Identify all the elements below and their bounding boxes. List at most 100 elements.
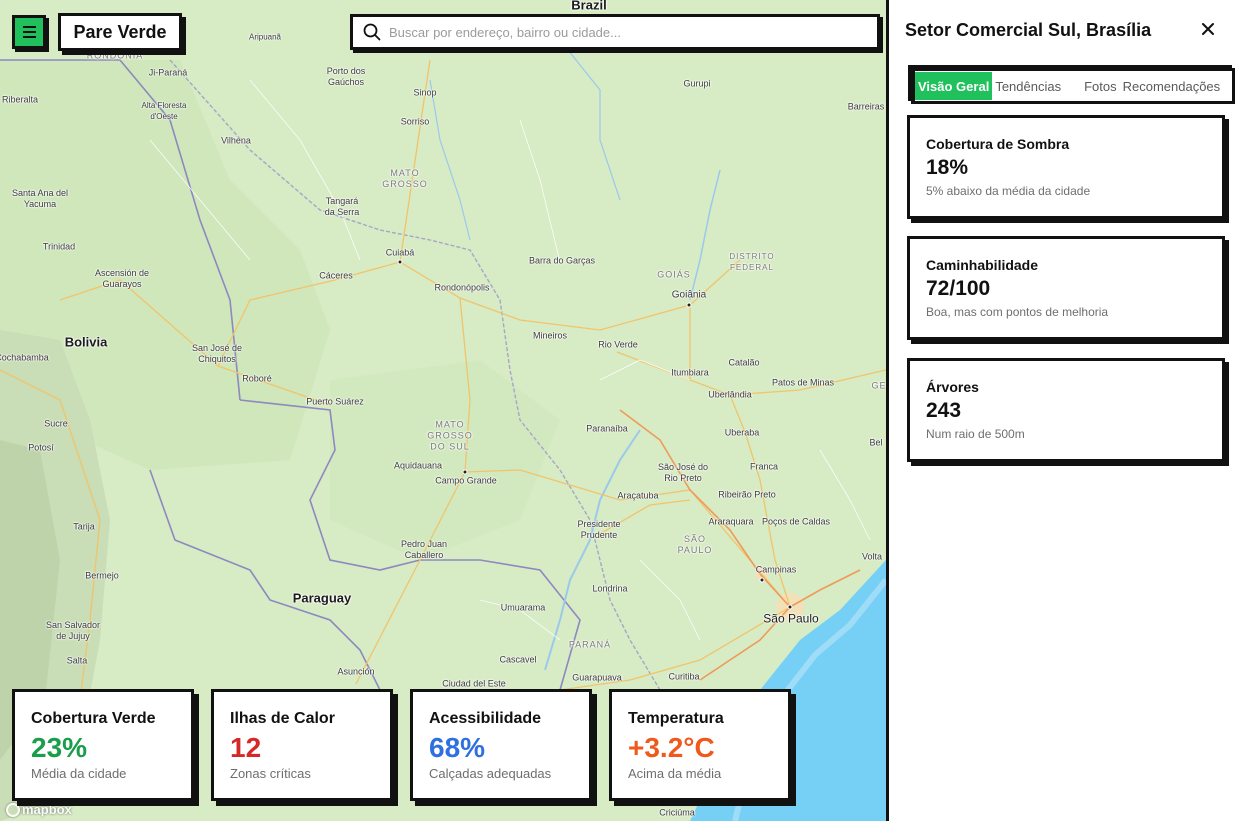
tab-overview[interactable]: Visão Geral (915, 72, 993, 100)
map-label-rondonia: RONDÔNIA (86, 50, 144, 61)
map-label-sao-paulo-state: SÃO PAULO (677, 534, 713, 555)
info-card-subtitle: Boa, mas com pontos de melhoria (926, 305, 1109, 319)
map-label-goias: GOIÁS (657, 269, 691, 280)
map-label-sorriso: Sorriso (400, 116, 430, 127)
map-label-ribeirao-preto: Ribeirão Preto (718, 489, 776, 500)
stat-card-green-coverage[interactable]: Cobertura Verde 23% Média da cidade (12, 689, 194, 801)
stat-value: +3.2°C (628, 732, 715, 763)
map-label-presidente-prudente: Presidente Prudente (577, 519, 621, 540)
search-input[interactable] (389, 24, 877, 40)
map-label-san-jose: San José de Chiquitos (191, 343, 243, 364)
map-label-sao-jose-rio-preto: São José do Rio Preto (657, 462, 709, 483)
brand-logo[interactable]: Pare Verde (58, 13, 182, 51)
stat-subtitle: Média da cidade (31, 766, 127, 781)
map-label-pedro-juan: Pedro Juan Caballero (400, 539, 448, 560)
stat-card-temperature[interactable]: Temperatura +3.2°C Acima da média (609, 689, 791, 801)
map-label-patos-de-minas: Patos de Minas (771, 377, 835, 388)
stat-card-accessibility[interactable]: Acessibilidade 68% Calçadas adequadas (410, 689, 592, 801)
stat-title: Cobertura Verde (31, 710, 156, 727)
map-label-robore: Roboré (242, 373, 272, 384)
map-label-catalao: Catalão (728, 357, 760, 368)
menu-button[interactable] (12, 15, 46, 49)
map-label-curitiba: Curitiba (668, 671, 700, 682)
stat-title: Ilhas de Calor (230, 710, 335, 727)
location-panel: Setor Comercial Sul, Brasília Visão Gera… (886, 0, 1235, 821)
map-label-gurupi: Gurupi (683, 78, 711, 89)
map-label-sao-paulo: São Paulo (763, 611, 819, 626)
map-label-sinop: Sinop (413, 87, 437, 98)
tab-trends[interactable]: Tendências (992, 72, 1064, 100)
map-label-brazil: Brazil (571, 0, 607, 13)
map-label-aracatuba: Araçatuba (617, 490, 659, 501)
map-label-porto-dos-gauchos: Porto dos Gaúchos (326, 66, 366, 87)
map-dot (686, 302, 692, 308)
map-label-araraquara: Araraquara (708, 516, 754, 527)
mapbox-attribution[interactable]: mapbox (6, 802, 72, 817)
map-label-san-salvador: San Salvador de Jujuy (45, 620, 101, 641)
search-icon (363, 23, 381, 41)
map-label-goiania: Goiânia (671, 289, 707, 301)
map-label-paraguay: Paraguay (292, 590, 352, 606)
map-label-itumbiara: Itumbiara (671, 367, 709, 378)
info-card-title: Cobertura de Sombra (926, 136, 1070, 152)
map-label-paranaiba: Paranaíba (586, 423, 628, 434)
hamburger-icon (22, 36, 36, 38)
map-label-salta: Salta (66, 655, 88, 666)
panel-tabs: Visão Geral Tendências Fotos Recomendaçõ… (908, 65, 1232, 101)
map-label-criciuma: Criciúma (659, 807, 695, 818)
panel-title: Setor Comercial Sul, Brasília (905, 20, 1152, 40)
mapbox-logo-icon (6, 802, 20, 817)
map-label-parana: PARANÁ (568, 639, 612, 650)
map-label-santa-ana: Santa Ana del Yacuma (11, 188, 69, 209)
hamburger-icon (22, 26, 36, 28)
stat-subtitle: Zonas críticas (230, 766, 311, 781)
info-card-value: 18% (926, 156, 969, 179)
map-label-campinas: Campinas (755, 564, 797, 575)
stat-value: 12 (230, 732, 262, 763)
map-label-rondonopolis: Rondonópolis (434, 282, 490, 293)
map-label-barreiras: Barreiras (847, 101, 885, 112)
map-label-alta-floresta: Alta Floresta d'Oeste (141, 101, 187, 121)
map-label-cuiaba: Cuiabá (385, 247, 415, 258)
mapbox-label: mapbox (22, 802, 72, 817)
map-label-ge: GE (871, 380, 886, 391)
info-card-value: 243 (926, 399, 962, 422)
map-label-mineiros: Mineiros (532, 330, 568, 341)
map-label-mato-grosso: MATO GROSSO (382, 168, 428, 189)
map-label-campo-grande: Campo Grande (435, 475, 497, 486)
map-label-ascension: Ascensión de Guarayos (94, 268, 150, 289)
hamburger-icon (22, 31, 36, 33)
info-card-subtitle: 5% abaixo da média da cidade (926, 184, 1091, 198)
stat-subtitle: Acima da média (628, 766, 722, 781)
close-icon[interactable] (1197, 18, 1219, 40)
map-label-ji-parana: Ji-Paraná (148, 67, 188, 78)
map-label-sucre: Sucre (44, 418, 68, 429)
stat-title: Temperatura (628, 710, 724, 727)
map-label-cascavel: Cascavel (499, 654, 537, 665)
search-bar[interactable] (350, 14, 880, 50)
stat-card-heat-islands[interactable]: Ilhas de Calor 12 Zonas críticas (211, 689, 393, 801)
map-label-aquidauana: Aquidauana (393, 460, 443, 471)
map-label-uberlandia: Uberlândia (708, 389, 752, 400)
info-card-shade: Cobertura de Sombra 18% 5% abaixo da méd… (907, 115, 1225, 219)
map-dot (397, 259, 403, 265)
map-label-bel: Bel (869, 437, 883, 448)
map-label-cochabamba: Cochabamba (0, 352, 49, 363)
stat-value: 68% (429, 732, 486, 763)
map-label-franca: Franca (749, 461, 779, 472)
map-label-tangara: Tangará da Serra (324, 196, 360, 217)
map-label-aripuana: Aripuanã (248, 32, 282, 42)
tab-recommendations[interactable]: Recomendações (1120, 72, 1224, 100)
tab-photos[interactable]: Fotos (1081, 72, 1120, 100)
map-label-volta: Volta (861, 551, 883, 562)
info-card-value: 72/100 (926, 277, 991, 300)
map-label-vilhena: Vilhena (221, 135, 251, 146)
info-card-trees: Árvores 243 Num raio de 500m (907, 358, 1225, 462)
map-label-ciudad-del-este: Ciudad del Este (442, 678, 506, 689)
map-label-mato-grosso-do-sul: MATO GROSSO DO SUL (427, 419, 473, 452)
info-card-subtitle: Num raio de 500m (926, 427, 1025, 441)
map-label-asuncion: Asunción (337, 666, 375, 677)
map-label-caceres: Cáceres (319, 270, 353, 281)
map-dot (759, 577, 765, 583)
map-label-trinidad: Trinidad (42, 241, 76, 252)
